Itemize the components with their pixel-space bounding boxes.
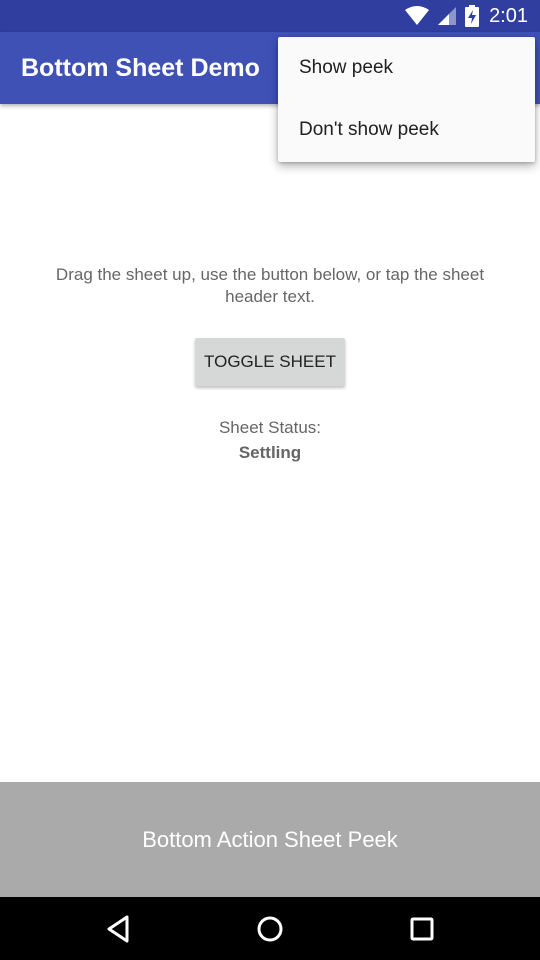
toggle-sheet-button[interactable]: TOGGLE SHEET bbox=[195, 338, 345, 386]
app-title: Bottom Sheet Demo bbox=[21, 54, 260, 82]
status-icons: 2:01 bbox=[405, 0, 528, 32]
sheet-status-label: Sheet Status: bbox=[218, 418, 322, 437]
recents-icon[interactable] bbox=[402, 909, 442, 949]
bottom-sheet-peek-text[interactable]: Bottom Action Sheet Peek bbox=[142, 827, 398, 853]
sheet-status-value: Settling bbox=[238, 443, 302, 462]
cell-signal-icon bbox=[438, 7, 457, 25]
wifi-icon bbox=[405, 6, 430, 25]
main-content: Drag the sheet up, use the button below,… bbox=[0, 104, 540, 782]
status-bar: 2:01 bbox=[0, 0, 540, 32]
bottom-sheet[interactable]: Bottom Action Sheet Peek bbox=[0, 782, 540, 897]
menu-item-dont-show-peek[interactable]: Don't show peek bbox=[278, 99, 535, 161]
menu-item-show-peek[interactable]: Show peek bbox=[278, 37, 535, 99]
overflow-menu: Show peek Don't show peek bbox=[278, 37, 535, 162]
home-icon[interactable] bbox=[250, 909, 290, 949]
navigation-bar bbox=[0, 897, 540, 960]
instructions-text: Drag the sheet up, use the button below,… bbox=[55, 265, 485, 306]
back-icon[interactable] bbox=[98, 909, 138, 949]
battery-charging-icon bbox=[465, 5, 480, 27]
status-time: 2:01 bbox=[489, 4, 528, 27]
